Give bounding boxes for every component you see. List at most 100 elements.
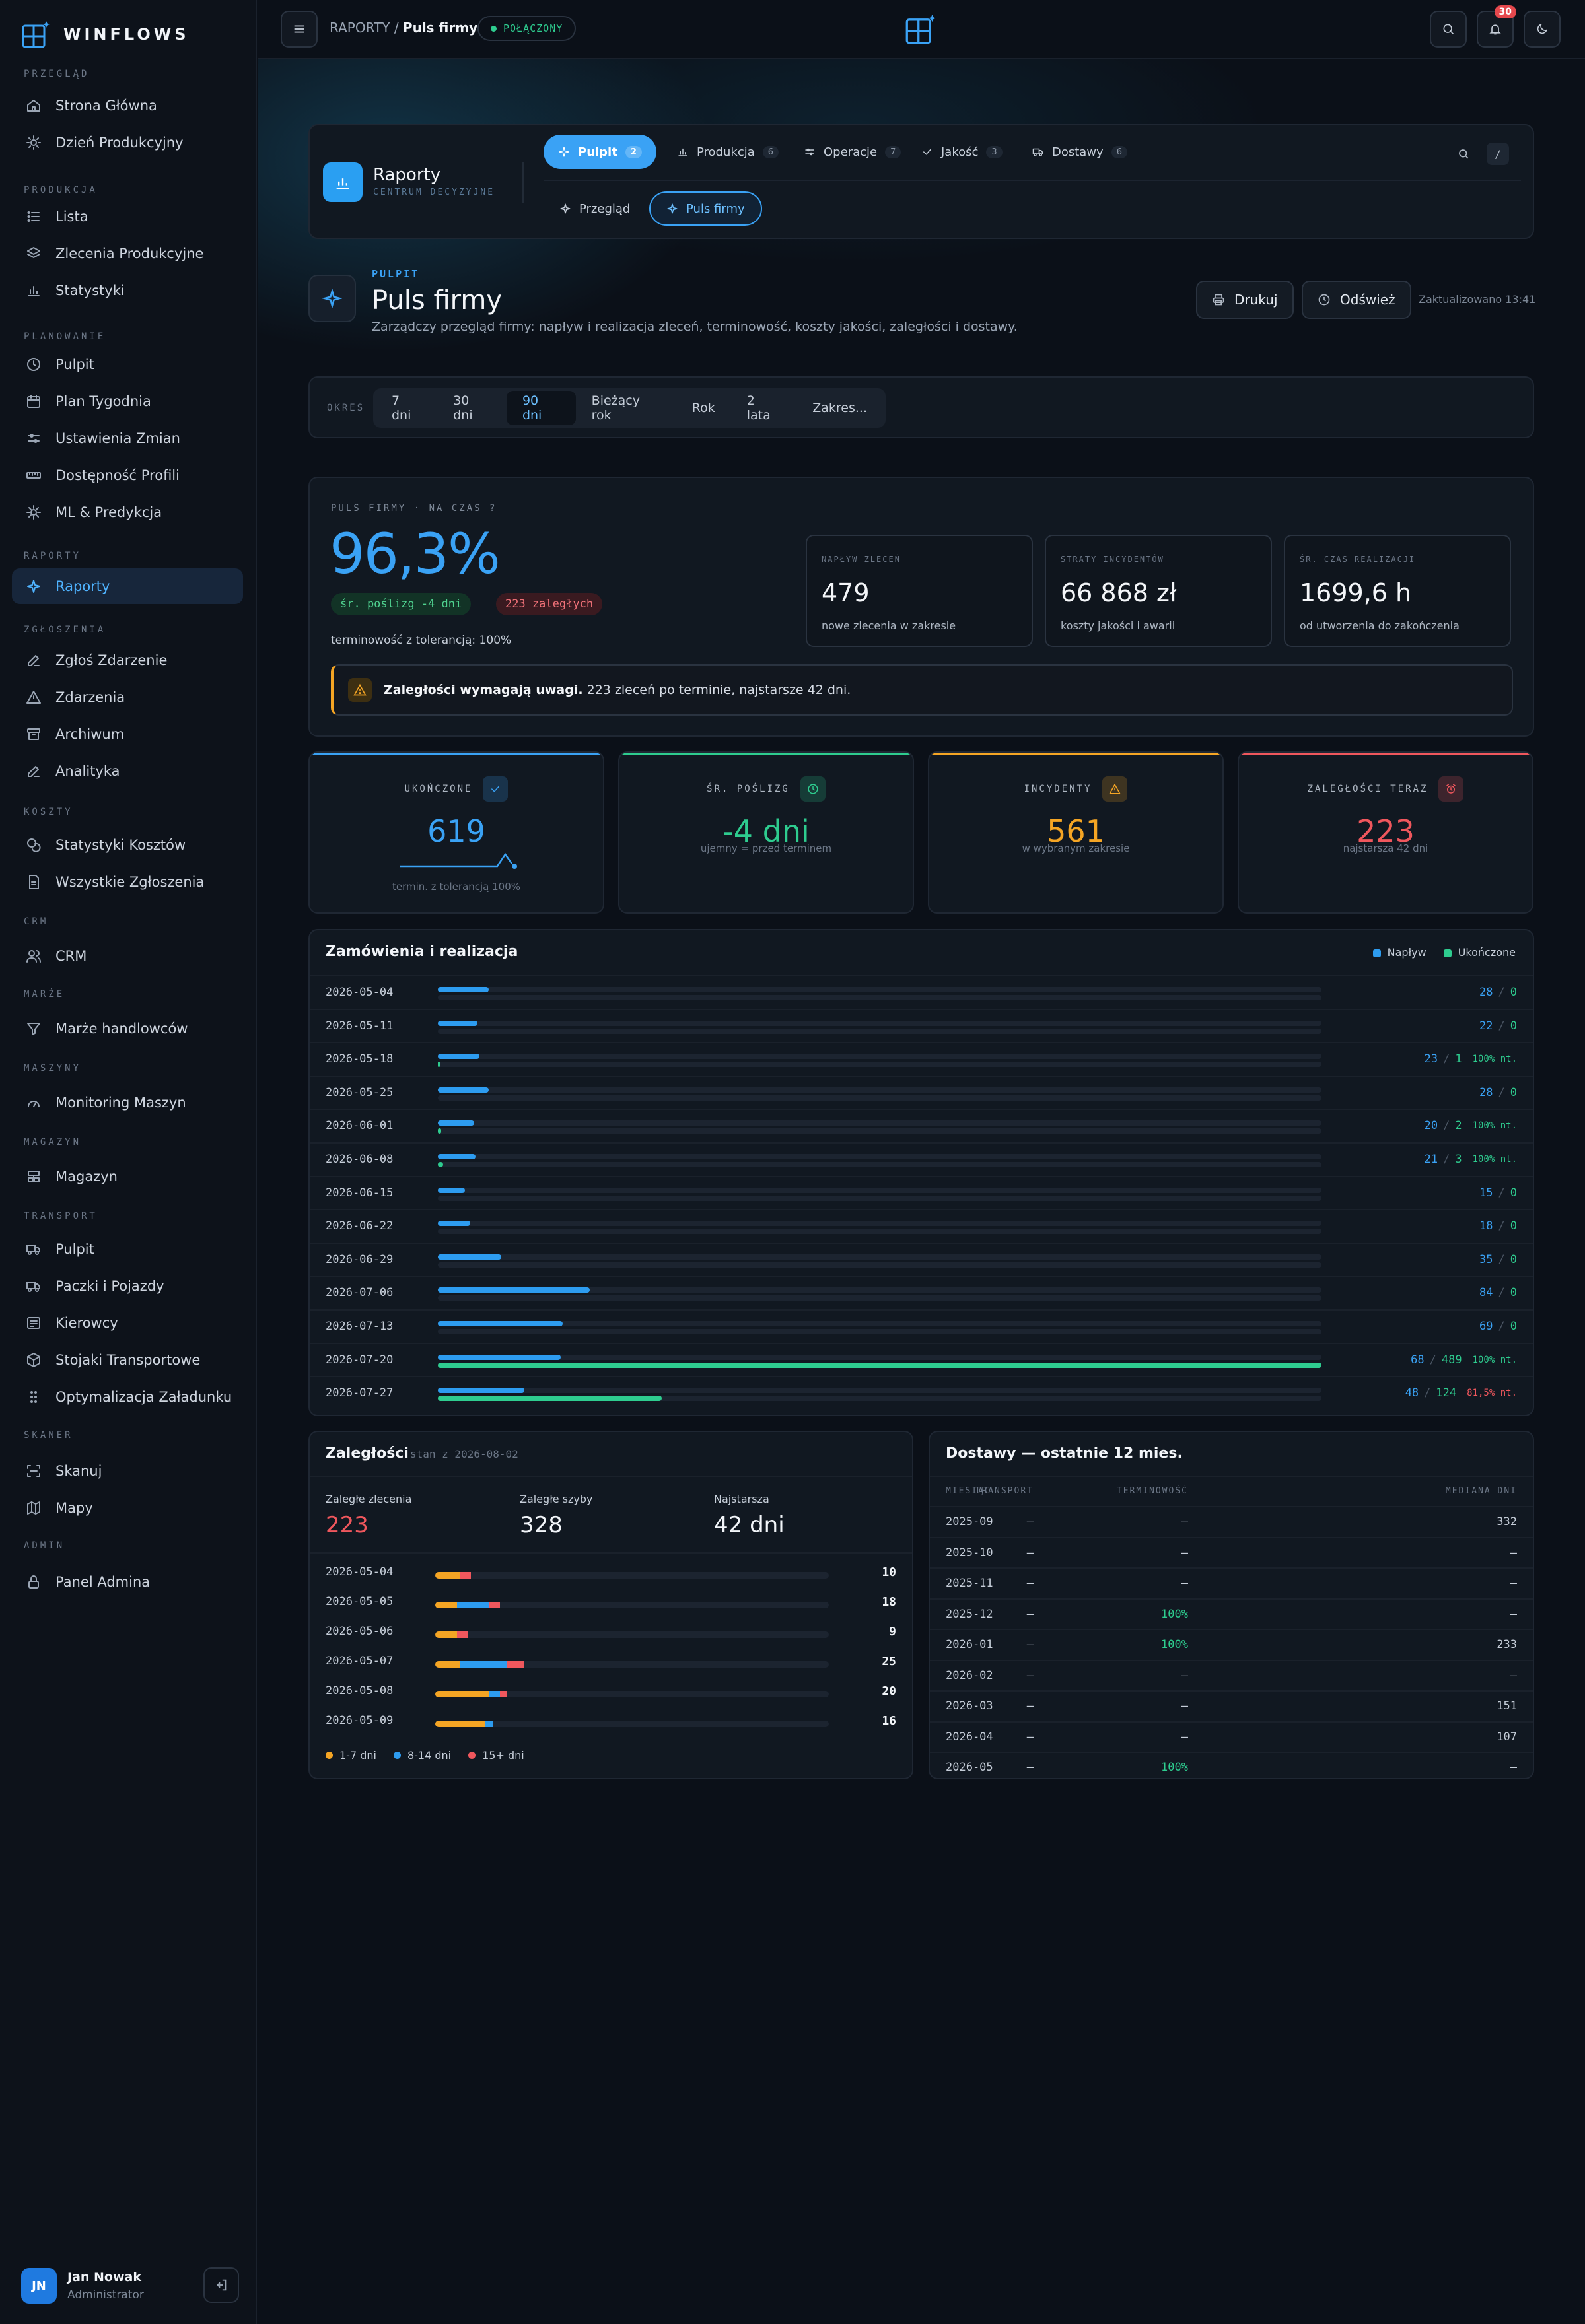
refresh-button[interactable]: Odśwież	[1302, 281, 1411, 319]
sidebar-item-stojaki-transportowe[interactable]: Stojaki Transportowe	[12, 1342, 243, 1378]
metric-value: 66 868 zł	[1061, 578, 1177, 607]
orders-row-values: 21 / 3 100% nt.	[1425, 1153, 1517, 1166]
sidebar-item-dzień-produkcyjny[interactable]: Dzień Produkcyjny	[12, 125, 243, 160]
subtab-puls-firmy[interactable]: Puls firmy	[649, 191, 762, 226]
sidebar-item-label: Plan Tygodnia	[55, 393, 151, 409]
theme-toggle-button[interactable]	[1524, 11, 1561, 48]
sidebar-item-crm[interactable]: CRM	[12, 938, 243, 974]
sidebar-item-ml-predykcja[interactable]: ML & Predykcja	[12, 495, 243, 530]
user-card[interactable]: JN Jan Nowak Administrator	[21, 2266, 239, 2306]
subtab-przegląd[interactable]: Przegląd	[544, 191, 646, 226]
gauge-icon	[25, 1094, 42, 1111]
orders-row-date: 2026-06-15	[326, 1186, 394, 1200]
logo-icon	[21, 20, 50, 49]
done-bar	[438, 1162, 444, 1167]
deliveries-cell: —	[1181, 1546, 1188, 1559]
logout-button[interactable]	[203, 2267, 239, 2303]
sidebar-item-label: Wszystkie Zgłoszenia	[55, 874, 205, 890]
backlog-track	[435, 1691, 829, 1697]
breadcrumb-parent[interactable]: RAPORTY	[330, 20, 390, 36]
sidebar-item-optymalizacja-załadunku[interactable]: Optymalizacja Załadunku	[12, 1379, 243, 1415]
period-option[interactable]: 7 dni	[376, 391, 437, 425]
deliveries-column-header[interactable]: TERMINOWOŚĆ	[1117, 1486, 1188, 1496]
deliveries-row: 2025-10 — — —	[930, 1536, 1533, 1567]
sidebar-item-dostępność-profili[interactable]: Dostępność Profili	[12, 458, 243, 493]
cpu-icon	[25, 504, 42, 521]
tab-jakość[interactable]: Jakość 3	[907, 135, 1017, 169]
sidebar-item-pulpit[interactable]: Pulpit	[12, 347, 243, 382]
sidebar-item-archiwum[interactable]: Archiwum	[12, 716, 243, 752]
sidebar-item-mapy[interactable]: Mapy	[12, 1490, 243, 1526]
sidebar-item-label: Statystyki	[55, 283, 125, 298]
sidebar-item-raporty[interactable]: Raporty	[12, 568, 243, 604]
menu-toggle-button[interactable]	[281, 11, 318, 48]
sidebar-item-pulpit[interactable]: Pulpit	[12, 1231, 243, 1267]
done-value: 0	[1510, 1186, 1517, 1200]
sidebar-item-ustawienia-zmian[interactable]: Ustawienia Zmian	[12, 421, 243, 456]
kpi-label: ZALEGŁOŚCI TERAZ	[1307, 784, 1428, 794]
help-icon[interactable]: ?	[489, 503, 497, 514]
on-time-percent: 100% nt.	[1472, 1120, 1517, 1132]
period-option[interactable]: Bieżący rok	[576, 391, 676, 425]
period-option[interactable]: 30 dni	[437, 391, 507, 425]
sidebar-item-panel-admina[interactable]: Panel Admina	[12, 1564, 243, 1600]
backlog-track	[435, 1721, 829, 1727]
sidebar-item-label: ML & Predykcja	[55, 504, 162, 520]
tab-pulpit[interactable]: Pulpit 2	[544, 135, 656, 169]
deliveries-column-header[interactable]: TRANSPORT	[975, 1486, 1034, 1496]
value-separator: /	[1498, 986, 1505, 999]
sidebar-item-wszystkie-zgłoszenia[interactable]: Wszystkie Zgłoszenia	[12, 864, 243, 900]
tab-produkcja[interactable]: Produkcja 6	[662, 135, 793, 169]
kpi-label: ŚR. POŚLIZG	[707, 784, 790, 794]
deliveries-cell: —	[1026, 1638, 1034, 1651]
sidebar-section-label: MARŻE	[24, 989, 65, 1000]
period-option[interactable]: Rok	[676, 391, 731, 425]
sidebar-item-monitoring-maszyn[interactable]: Monitoring Maszyn	[12, 1085, 243, 1120]
deliveries-column-header[interactable]: MEDIANA DNI	[1446, 1486, 1517, 1496]
tab-operacje[interactable]: Operacje 7	[789, 135, 915, 169]
inflow-value: 23	[1424, 1052, 1438, 1066]
sidebar-item-statystyki-kosztów[interactable]: Statystyki Kosztów	[12, 827, 243, 863]
sidebar-item-kierowcy[interactable]: Kierowcy	[12, 1305, 243, 1341]
brand[interactable]: WINFLOWS	[21, 20, 189, 49]
scan-icon	[25, 1462, 42, 1480]
inflow-bar	[438, 1354, 561, 1360]
orders-row-date: 2026-06-29	[326, 1252, 394, 1266]
value-separator: /	[1498, 1286, 1505, 1300]
search-button[interactable]	[1430, 11, 1467, 48]
period-option[interactable]: 2 lata	[731, 391, 797, 425]
sidebar-item-lista[interactable]: Lista	[12, 199, 243, 234]
sidebar-item-paczki-i-pojazdy[interactable]: Paczki i Pojazdy	[12, 1268, 243, 1304]
kpi-label: INCYDENTY	[1024, 784, 1092, 794]
sidebar-item-analityka[interactable]: Analityka	[12, 753, 243, 789]
period-option[interactable]: Zakres...	[796, 391, 883, 425]
tab-dostawy[interactable]: Dostawy 6	[1018, 135, 1142, 169]
backlog-row-total: 16	[882, 1714, 896, 1728]
kpi-label-row: UKOŃCZONE	[310, 776, 603, 802]
backlog-legend: 1-7 dni 8-14 dni 15+ dni	[326, 1749, 524, 1761]
sidebar-item-label: Statystyki Kosztów	[55, 837, 186, 853]
sidebar-item-magazyn[interactable]: Magazyn	[12, 1159, 243, 1194]
notification-count-badge: 30	[1494, 5, 1516, 18]
notifications-button[interactable]: 30	[1477, 5, 1516, 48]
done-track	[438, 1362, 1321, 1368]
sidebar-item-zlecenia-produkcyjne[interactable]: Zlecenia Produkcyjne	[12, 236, 243, 271]
alert-title: Zaległości wymagają uwagi.	[384, 683, 583, 697]
sidebar-item-zdarzenia[interactable]: Zdarzenia	[12, 679, 243, 715]
sidebar-item-marże-handlowców[interactable]: Marże handlowców	[12, 1011, 243, 1046]
page-icon	[308, 275, 356, 322]
done-value: 0	[1510, 1219, 1517, 1233]
sidebar-item-strona-główna[interactable]: Strona Główna	[12, 88, 243, 123]
reports-search-button[interactable]	[1458, 148, 1469, 160]
print-button[interactable]: Drukuj	[1196, 281, 1294, 319]
metric-sub: nowe zlecenia w zakresie	[822, 619, 956, 632]
sidebar-item-skanuj[interactable]: Skanuj	[12, 1453, 243, 1489]
period-option[interactable]: 90 dni	[506, 391, 576, 425]
sidebar-item-plan-tygodnia[interactable]: Plan Tygodnia	[12, 384, 243, 419]
done-bar	[438, 1362, 1321, 1368]
sidebar-item-zgłoś-zdarzenie[interactable]: Zgłoś Zdarzenie	[12, 642, 243, 678]
backlog-stat-value: 223	[326, 1512, 369, 1538]
sidebar-item-statystyki[interactable]: Statystyki	[12, 273, 243, 308]
clock-icon	[800, 776, 826, 802]
backlog-track	[435, 1661, 829, 1668]
